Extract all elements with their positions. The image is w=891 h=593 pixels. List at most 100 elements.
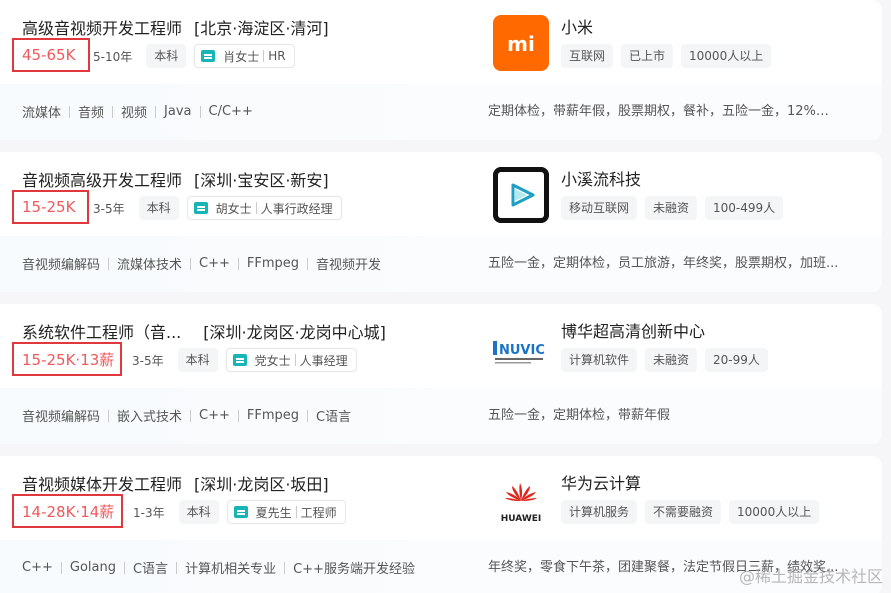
skill-tags: 音视频编解码 嵌入式技术 C++ FFmpeg C语言 xyxy=(22,406,351,425)
skill-tag: 音视频开发 xyxy=(316,258,382,273)
recruiter-chip[interactable]: 夏先生 工程师 xyxy=(226,500,346,524)
company-industry: 移动互联网 xyxy=(561,196,638,220)
recruiter-chip[interactable]: 党女士 人事经理 xyxy=(225,348,357,372)
chat-icon xyxy=(201,50,216,62)
job-card-footer: 音视频编解码 流媒体技术 C++ FFmpeg 音视频开发 五险一金，定期体检，… xyxy=(0,236,882,292)
skill-tags: 流媒体 音频 视频 Java C/C++ xyxy=(22,102,253,121)
job-card-header: 音视频媒体开发工程师 [深圳·龙岗区·坂田] 14-28K·14薪 1-3年 本科… xyxy=(0,456,882,540)
job-card[interactable]: 高级音视频开发工程师 [北京·海淀区·清河] 45-65K 5-10年 本科 肖女… xyxy=(0,0,882,140)
job-location: [深圳·宝安区·新安] xyxy=(194,171,329,190)
recruiter-name: 肖女士 xyxy=(223,49,260,64)
job-card[interactable]: 系统软件工程师（音... [深圳·龙岗区·龙岗中心城] 15-25K·13薪 3-… xyxy=(0,304,882,444)
salary: 45-65K xyxy=(22,46,76,64)
recruiter-role: 人事行政经理 xyxy=(260,201,333,216)
job-meta: 5-10年 本科 肖女士 HR xyxy=(93,44,295,68)
job-title[interactable]: 音视频高级开发工程师 xyxy=(22,167,182,191)
skill-tag: C++ xyxy=(199,256,230,271)
skill-tag: 流媒体技术 xyxy=(117,258,183,273)
job-meta: 3-5年 本科 党女士 人事经理 xyxy=(132,348,357,372)
xiaomi-logo-icon: mi xyxy=(493,15,549,71)
salary-highlight: 45-65K xyxy=(12,38,90,72)
svg-text:HUAWEI: HUAWEI xyxy=(501,514,542,524)
salary-highlight: 15-25K xyxy=(12,190,89,224)
salary: 15-25K xyxy=(22,198,76,216)
company-tags: 互联网 已上市 10000人以上 xyxy=(561,44,779,68)
company-benefits: 五险一金，定期体检，员工旅游，年终奖，股票期权，加班... xyxy=(488,256,839,271)
skill-tag: C++ xyxy=(199,408,230,423)
job-meta: 3-5年 本科 胡女士 人事行政经理 xyxy=(93,196,342,220)
company-benefits: 定期体检，带薪年假，股票期权，餐补，五险一金，12%公... xyxy=(488,104,840,119)
company-name[interactable]: 华为云计算 xyxy=(561,470,641,494)
company-name[interactable]: 小溪流科技 xyxy=(561,166,641,190)
skill-tag: FFmpeg xyxy=(246,256,300,271)
salary-highlight: 14-28K·14薪 xyxy=(12,494,123,528)
recruiter-role: 人事经理 xyxy=(299,353,348,368)
recruiter-role: HR xyxy=(268,49,286,63)
job-location: [北京·海淀区·清河] xyxy=(194,19,329,38)
divider xyxy=(255,202,257,214)
job-card-header: 音视频高级开发工程师 [深圳·宝安区·新安] 15-25K 3-5年 本科 胡女士… xyxy=(0,152,882,236)
divider xyxy=(295,506,297,518)
watermark: @稀土掘金技术社区 xyxy=(738,567,883,586)
company-funding: 已上市 xyxy=(621,44,674,68)
svg-text:mi: mi xyxy=(507,32,535,56)
play-logo-icon xyxy=(493,167,549,223)
company-logo-huawei[interactable]: HUAWEI xyxy=(493,471,549,527)
skill-tag: 音视频编解码 xyxy=(22,258,101,273)
company-funding: 不需要融资 xyxy=(645,500,722,524)
experience: 1-3年 xyxy=(133,505,165,520)
job-card-footer: 流媒体 音频 视频 Java C/C++ 定期体检，带薪年假，股票期权，餐补，五… xyxy=(0,84,882,140)
skill-tag: 视频 xyxy=(121,106,148,121)
skill-tag: Golang xyxy=(69,560,116,575)
company-name[interactable]: 小米 xyxy=(561,14,593,38)
skill-tag: 嵌入式技术 xyxy=(117,410,183,425)
job-card[interactable]: 音视频高级开发工程师 [深圳·宝安区·新安] 15-25K 3-5年 本科 胡女士… xyxy=(0,152,882,292)
job-card-footer: 音视频编解码 嵌入式技术 C++ FFmpeg C语言 五险一金，定期体检，带薪… xyxy=(0,388,882,444)
divider xyxy=(263,50,265,62)
company-name[interactable]: 博华超高清创新中心 xyxy=(561,318,705,342)
experience: 3-5年 xyxy=(93,201,125,216)
company-size: 20-99人 xyxy=(705,348,768,372)
divider xyxy=(294,354,296,366)
huawei-logo-icon: HUAWEI xyxy=(493,471,549,527)
company-tags: 计算机服务 不需要融资 10000人以上 xyxy=(561,500,827,524)
job-meta: 1-3年 本科 夏先生 工程师 xyxy=(133,500,346,524)
job-title-row[interactable]: 系统软件工程师（音... [深圳·龙岗区·龙岗中心城] xyxy=(22,319,386,343)
company-benefits: 五险一金，定期体检，带薪年假 xyxy=(488,408,671,423)
job-location: [深圳·龙岗区·龙岗中心城] xyxy=(203,323,386,342)
svg-text:NUVIC: NUVIC xyxy=(499,343,545,358)
company-logo-bohua[interactable]: NUVIC xyxy=(493,319,549,375)
company-logo-xiaomi[interactable]: mi xyxy=(493,15,549,71)
job-card-header: 系统软件工程师（音... [深圳·龙岗区·龙岗中心城] 15-25K·13薪 3-… xyxy=(0,304,882,388)
recruiter-chip[interactable]: 肖女士 HR xyxy=(194,44,295,68)
recruiter-name: 胡女士 xyxy=(215,201,252,216)
chat-icon xyxy=(232,354,247,366)
job-title-row[interactable]: 音视频高级开发工程师 [深圳·宝安区·新安] xyxy=(22,167,329,191)
job-title[interactable]: 系统软件工程师（音... xyxy=(22,319,181,343)
job-card-header: 高级音视频开发工程师 [北京·海淀区·清河] 45-65K 5-10年 本科 肖女… xyxy=(0,0,882,84)
recruiter-name: 夏先生 xyxy=(255,505,292,520)
chat-icon xyxy=(193,202,208,214)
experience: 5-10年 xyxy=(93,49,133,64)
recruiter-chip[interactable]: 胡女士 人事行政经理 xyxy=(186,196,342,220)
company-logo-xiaoxiliu[interactable] xyxy=(493,167,549,223)
skill-tag: 计算机相关专业 xyxy=(185,562,277,577)
salary-highlight: 15-25K·13薪 xyxy=(12,342,122,376)
job-title-row[interactable]: 音视频媒体开发工程师 [深圳·龙岗区·坂田] xyxy=(22,471,329,495)
job-list: 高级音视频开发工程师 [北京·海淀区·清河] 45-65K 5-10年 本科 肖女… xyxy=(0,0,891,593)
job-title[interactable]: 音视频媒体开发工程师 xyxy=(22,471,182,495)
job-title[interactable]: 高级音视频开发工程师 xyxy=(22,15,182,39)
education-tag: 本科 xyxy=(177,348,218,372)
nuvic-logo-icon: NUVIC xyxy=(493,319,549,375)
experience: 3-5年 xyxy=(132,353,164,368)
company-industry: 互联网 xyxy=(561,44,614,68)
skill-tags: 音视频编解码 流媒体技术 C++ FFmpeg 音视频开发 xyxy=(22,254,381,273)
company-size: 10000人以上 xyxy=(681,44,772,68)
education-tag: 本科 xyxy=(138,196,179,220)
job-title-row[interactable]: 高级音视频开发工程师 [北京·海淀区·清河] xyxy=(22,15,329,39)
chat-icon xyxy=(233,506,248,518)
skill-tag: FFmpeg xyxy=(246,408,300,423)
recruiter-role: 工程师 xyxy=(300,505,337,520)
education-tag: 本科 xyxy=(178,500,219,524)
skill-tag: 流媒体 xyxy=(22,106,62,121)
